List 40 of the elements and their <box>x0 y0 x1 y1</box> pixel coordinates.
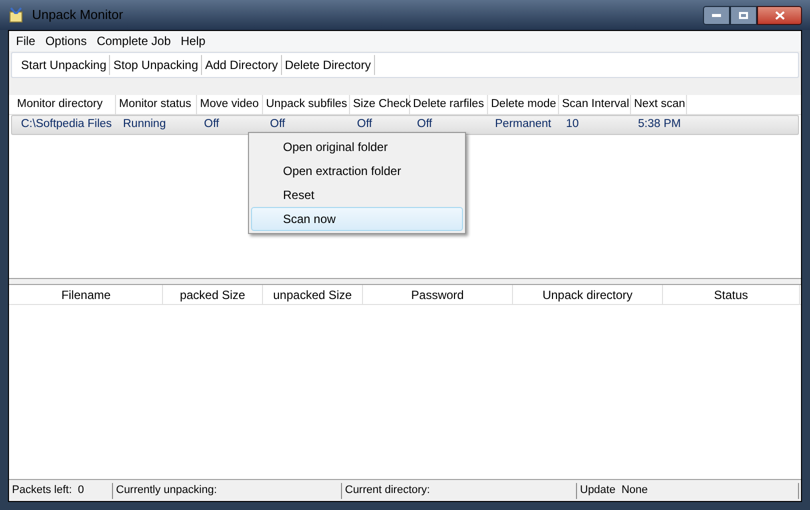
table-cell-text: Off <box>416 117 434 132</box>
menu-item[interactable]: Reset <box>251 183 463 207</box>
menu-item[interactable]: Options <box>42 32 90 50</box>
app-icon <box>8 7 24 23</box>
menu-item[interactable]: Help <box>178 32 208 50</box>
toolbar-button[interactable]: Stop Unpacking <box>110 55 202 75</box>
table-cell-text: 5:38 PM <box>637 117 682 132</box>
column-header[interactable]: packed Size <box>163 285 263 305</box>
minimize-button[interactable] <box>703 6 730 24</box>
table-cell-text: Off <box>203 117 220 132</box>
window-title: Unpack Monitor <box>32 6 124 24</box>
status-label: Update <box>580 483 616 498</box>
status-label: Current directory: <box>345 483 430 498</box>
status-value: None <box>621 483 648 498</box>
maximize-button[interactable] <box>730 6 757 24</box>
table-cell-text: C:\Softpedia Files <box>20 117 113 132</box>
menu-item[interactable]: File <box>13 32 38 50</box>
status-label: Packets left: <box>12 483 72 498</box>
status-label: Currently unpacking: <box>116 483 217 498</box>
column-header[interactable]: unpacked Size <box>263 285 363 305</box>
table-cell-text: Permanent <box>494 117 552 132</box>
menu-item[interactable]: Open extraction folder <box>251 159 463 183</box>
table-cell-text: 10 <box>565 117 580 132</box>
table-cell-text: Off <box>269 117 286 132</box>
close-icon <box>774 10 784 20</box>
table-cell-text: Running <box>122 117 167 132</box>
status-value: 0 <box>78 483 84 498</box>
menu-item[interactable]: Complete Job <box>94 32 174 50</box>
toolbar-button[interactable]: Add Directory <box>202 55 282 75</box>
table-row[interactable]: C:\Softpedia Files Running Off Off Off Off Permanent 10 5:38 PM <box>11 115 799 135</box>
table-cell-text: Off <box>356 117 374 132</box>
close-button[interactable] <box>757 6 802 24</box>
toolbar-button[interactable]: Start Unpacking <box>18 55 110 75</box>
column-header[interactable]: Status <box>663 285 800 305</box>
toolbar-button[interactable]: Delete Directory <box>282 55 375 75</box>
column-header[interactable]: Unpack directory <box>513 285 663 305</box>
menu-item[interactable]: Scan now <box>251 207 463 231</box>
column-header[interactable]: Password <box>363 285 513 305</box>
menu-item[interactable]: Open original folder <box>251 135 463 159</box>
column-header[interactable]: Filename <box>10 285 163 305</box>
